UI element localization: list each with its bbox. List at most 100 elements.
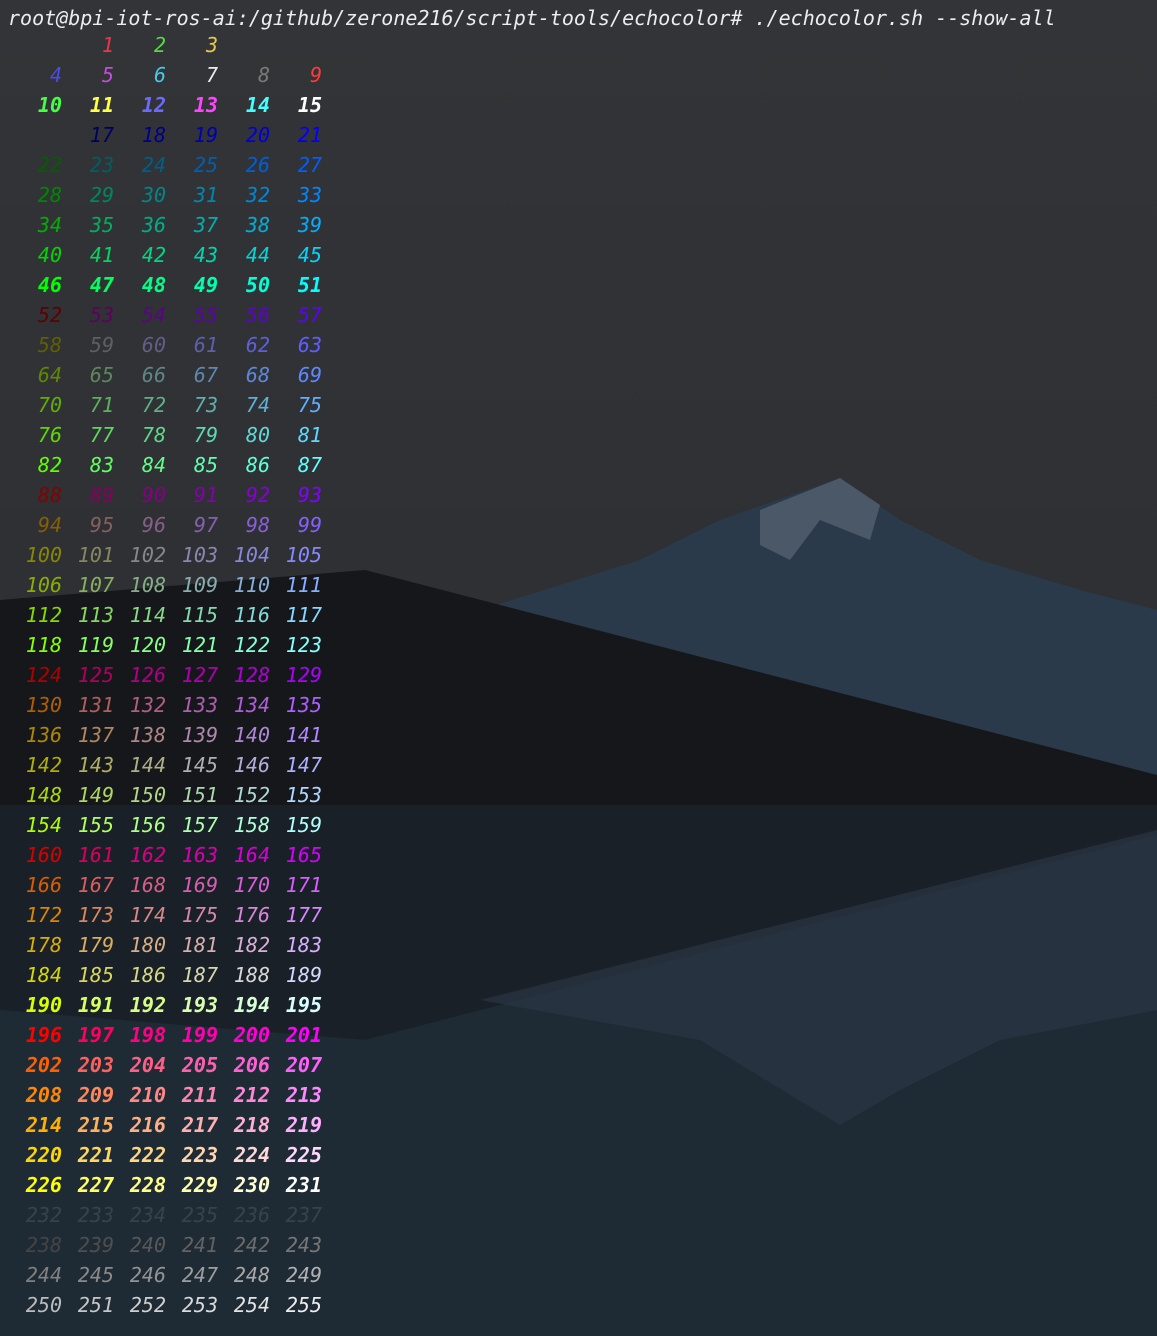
color-code-97: 97 xyxy=(193,513,218,537)
color-row: 184 185 186 187 188 189 xyxy=(0,960,340,990)
color-code-150: 150 xyxy=(129,783,166,807)
color-code-55: 55 xyxy=(193,303,218,327)
color-code-94: 94 xyxy=(37,513,62,537)
color-code-6: 6 xyxy=(153,63,166,87)
color-row: 130 131 132 133 134 135 xyxy=(0,690,340,720)
color-code-133: 133 xyxy=(181,693,218,717)
color-code-162: 162 xyxy=(129,843,166,867)
color-row: 4 5 6 7 8 9 xyxy=(0,60,340,90)
color-code-80: 80 xyxy=(245,423,270,447)
color-code-47: 47 xyxy=(89,273,114,297)
color-code-82: 82 xyxy=(37,453,62,477)
color-code-43: 43 xyxy=(193,243,218,267)
color-code-115: 115 xyxy=(181,603,218,627)
color-code-245: 245 xyxy=(77,1263,114,1287)
color-code-189: 189 xyxy=(285,963,322,987)
color-row: 160 161 162 163 164 165 xyxy=(0,840,340,870)
color-row: 172 173 174 175 176 177 xyxy=(0,900,340,930)
color-code-126: 126 xyxy=(129,663,166,687)
color-code-226: 226 xyxy=(25,1173,62,1197)
color-code-130: 130 xyxy=(25,693,62,717)
color-row: 94 95 96 97 98 99 xyxy=(0,510,340,540)
color-code-29: 29 xyxy=(89,183,114,207)
color-code-89: 89 xyxy=(89,483,114,507)
color-code-17: 17 xyxy=(89,123,114,147)
color-code-197: 197 xyxy=(77,1023,114,1047)
color-code-42: 42 xyxy=(141,243,166,267)
color-row: 64 65 66 67 68 69 xyxy=(0,360,340,390)
color-code-223: 223 xyxy=(181,1143,218,1167)
color-code-139: 139 xyxy=(181,723,218,747)
color-code-224: 224 xyxy=(233,1143,270,1167)
color-code-253: 253 xyxy=(181,1293,218,1317)
terminal-window[interactable]: root@bpi-iot-ros-ai:/github/zerone216/sc… xyxy=(0,0,1157,1336)
color-code-217: 217 xyxy=(181,1113,218,1137)
color-row: 142 143 144 145 146 147 xyxy=(0,750,340,780)
color-code-106: 106 xyxy=(25,573,62,597)
color-code-76: 76 xyxy=(37,423,62,447)
color-code-41: 41 xyxy=(89,243,114,267)
color-code-225: 225 xyxy=(285,1143,322,1167)
color-row: 190 191 192 193 194 195 xyxy=(0,990,340,1020)
color-code-153: 153 xyxy=(285,783,322,807)
color-code-46: 46 xyxy=(37,273,62,297)
color-code-3: 3 xyxy=(205,33,218,57)
color-code-176: 176 xyxy=(233,903,270,927)
color-code-144: 144 xyxy=(129,753,166,777)
color-code-22: 22 xyxy=(37,153,62,177)
color-code-20: 20 xyxy=(245,123,270,147)
color-code-125: 125 xyxy=(77,663,114,687)
color-row: 226 227 228 229 230 231 xyxy=(0,1170,340,1200)
color-code-103: 103 xyxy=(181,543,218,567)
color-code-196: 196 xyxy=(25,1023,62,1047)
color-code-85: 85 xyxy=(193,453,218,477)
color-code-71: 71 xyxy=(89,393,114,417)
color-code-2: 2 xyxy=(153,33,166,57)
color-code-183: 183 xyxy=(285,933,322,957)
color-code-105: 105 xyxy=(285,543,322,567)
color-code-119: 119 xyxy=(77,633,114,657)
color-code-4: 4 xyxy=(49,63,62,87)
color-row: 178 179 180 181 182 183 xyxy=(0,930,340,960)
color-code-184: 184 xyxy=(25,963,62,987)
color-code-169: 169 xyxy=(181,873,218,897)
color-code-156: 156 xyxy=(129,813,166,837)
color-code-114: 114 xyxy=(129,603,166,627)
color-code-233: 233 xyxy=(77,1203,114,1227)
color-row: 238 239 240 241 242 243 xyxy=(0,1230,340,1260)
color-code-52: 52 xyxy=(37,303,62,327)
color-code-100: 100 xyxy=(25,543,62,567)
color-code-67: 67 xyxy=(193,363,218,387)
color-row: 17 18 19 20 21 xyxy=(0,120,340,150)
color-code-117: 117 xyxy=(285,603,322,627)
color-code-218: 218 xyxy=(233,1113,270,1137)
color-code-145: 145 xyxy=(181,753,218,777)
color-code-251: 251 xyxy=(77,1293,114,1317)
color-code-174: 174 xyxy=(129,903,166,927)
color-code-188: 188 xyxy=(233,963,270,987)
color-code-135: 135 xyxy=(285,693,322,717)
color-code-203: 203 xyxy=(77,1053,114,1077)
color-code-101: 101 xyxy=(77,543,114,567)
color-code-113: 113 xyxy=(77,603,114,627)
color-code-45: 45 xyxy=(297,243,322,267)
color-code-181: 181 xyxy=(181,933,218,957)
color-row: 58 59 60 61 62 63 xyxy=(0,330,340,360)
color-code-175: 175 xyxy=(181,903,218,927)
color-code-95: 95 xyxy=(89,513,114,537)
color-code-204: 204 xyxy=(129,1053,166,1077)
color-row: 154 155 156 157 158 159 xyxy=(0,810,340,840)
color-code-51: 51 xyxy=(297,273,322,297)
color-code-38: 38 xyxy=(245,213,270,237)
color-code-132: 132 xyxy=(129,693,166,717)
color-code-158: 158 xyxy=(233,813,270,837)
color-code-202: 202 xyxy=(25,1053,62,1077)
color-code-87: 87 xyxy=(297,453,322,477)
color-code-10: 10 xyxy=(37,93,62,117)
color-code-220: 220 xyxy=(25,1143,62,1167)
color-code-210: 210 xyxy=(129,1083,166,1107)
color-code-15: 15 xyxy=(297,93,322,117)
color-row: 1 2 3 xyxy=(0,30,340,60)
color-code-63: 63 xyxy=(297,333,322,357)
color-code-148: 148 xyxy=(25,783,62,807)
